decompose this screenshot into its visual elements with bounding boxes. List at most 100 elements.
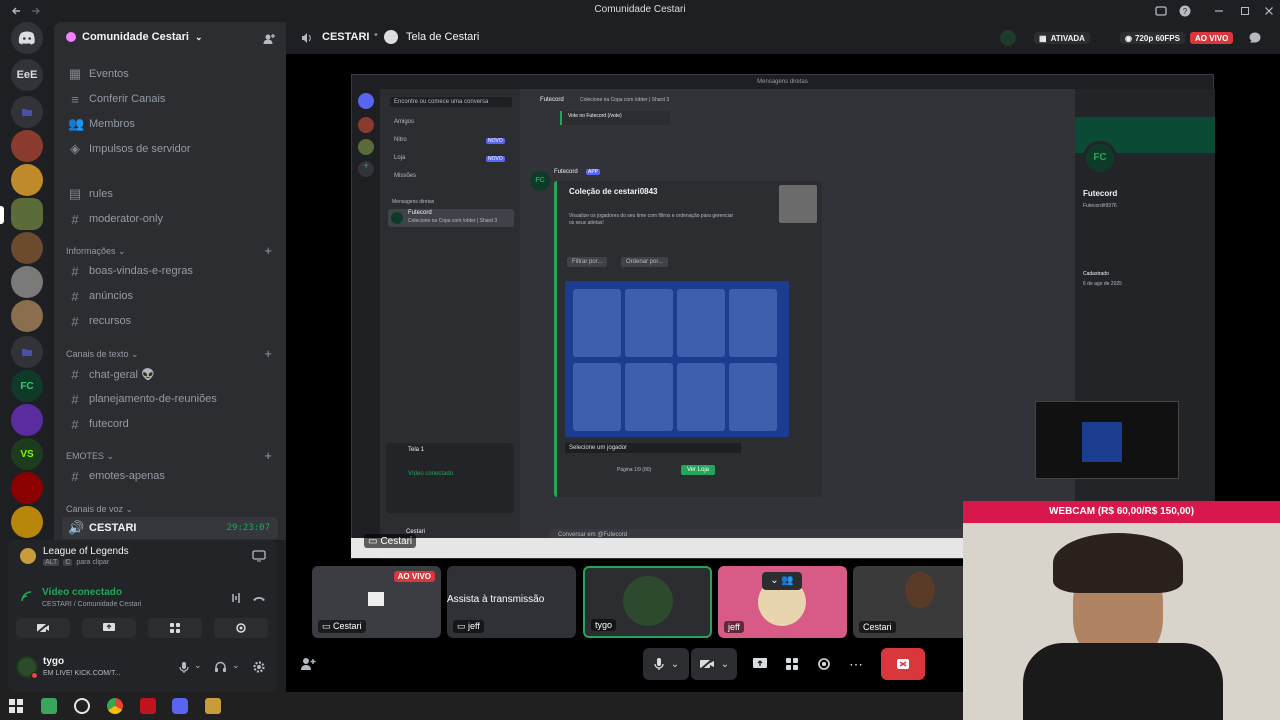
microphone-icon (654, 658, 664, 670)
category-emotes[interactable]: EMOTES ⌄ (66, 451, 114, 462)
help-icon[interactable]: ? (1178, 4, 1192, 18)
screen-share-control[interactable] (746, 648, 774, 680)
participant-tile-tygo[interactable]: tygo (583, 566, 712, 638)
close-icon[interactable] (1262, 4, 1276, 18)
league-taskbar-icon[interactable] (205, 698, 221, 714)
channel-boas-vindas[interactable]: # boas-vindas-e-regras (62, 260, 278, 282)
sidebar-item-membros[interactable]: 👥 Membros (62, 113, 278, 135)
activities-control[interactable] (778, 648, 806, 680)
inner-bot-name: Futecord (554, 169, 578, 175)
sidebar-item-conferir-canais[interactable]: ≡ Conferir Canais (62, 88, 278, 110)
app-red-icon[interactable] (140, 698, 156, 714)
category-canais-texto[interactable]: Canais de texto ⌄ (66, 349, 139, 360)
steam-icon[interactable] (74, 698, 90, 714)
server-futecord[interactable]: FC (11, 370, 43, 402)
camera-button[interactable]: ⌄ (691, 648, 737, 680)
tile-label: tygo (591, 619, 617, 631)
webcam-banner: WEBCAM (R$ 60,00/R$ 150,00) (963, 501, 1280, 523)
inner-profile-avatar: FC (1083, 141, 1117, 175)
minimize-icon[interactable] (1212, 4, 1226, 18)
inner-new-badge: NOVO (486, 156, 505, 162)
add-member-icon[interactable] (262, 32, 276, 46)
more-options-icon[interactable]: ⋯ (842, 648, 870, 680)
category-canais-voz[interactable]: Canais de voz ⌄ (66, 504, 133, 515)
voice-channel-cestari[interactable]: 🔊 CESTARI 29:23:07 (62, 517, 278, 539)
server-avatar-vs[interactable]: VS (11, 438, 43, 470)
server-avatar-4[interactable] (11, 232, 43, 264)
activities-button[interactable] (148, 618, 202, 638)
screen-share-button[interactable] (82, 618, 136, 638)
player-card (729, 363, 777, 431)
sidebar-item-label: Impulsos de servidor (89, 143, 191, 155)
channel-label: planejamento-de-reuniões (89, 393, 217, 405)
inner-filter-button: Filtrar por... (567, 257, 608, 267)
server-avatar-5[interactable] (11, 266, 43, 298)
soundboard-control[interactable] (810, 648, 838, 680)
channel-futecord[interactable]: # futecord (62, 413, 278, 435)
inbox-icon[interactable] (1154, 4, 1168, 18)
maximize-icon[interactable] (1238, 4, 1252, 18)
channel-anuncios[interactable]: # anúncios (62, 285, 278, 307)
speaker-icon (302, 33, 311, 43)
mic-button[interactable]: ⌄ (643, 648, 689, 680)
activity-title: League of Legends (43, 546, 129, 557)
server-header[interactable]: Comunidade Cestari ⌄ (66, 31, 203, 43)
sidebar-item-eventos[interactable]: ▦ Eventos (62, 63, 278, 85)
clip-icon[interactable] (252, 550, 266, 562)
folder-icon[interactable] (11, 96, 43, 128)
noise-suppression-icon[interactable] (228, 592, 242, 604)
server-eee-label: EeE (16, 69, 38, 81)
add-channel-icon[interactable]: + (264, 346, 272, 361)
soundboard-button[interactable] (214, 618, 268, 638)
inner-profile: FC Futecord Futecord#9976 Cadastrado 6 d… (1075, 89, 1215, 559)
category-informacoes[interactable]: Informações ⌄ (66, 246, 126, 257)
microphone-icon[interactable] (178, 661, 190, 674)
tile-label-text: Cestari (333, 621, 362, 631)
channel-moderator-only[interactable]: # moderator-only (62, 208, 278, 230)
chevron-down-icon[interactable]: ⌄ (194, 660, 202, 671)
channel-recursos[interactable]: # recursos (62, 310, 278, 332)
minecraft-icon[interactable] (41, 698, 57, 714)
server-avatar-red[interactable] (11, 472, 43, 504)
tile-menu-icon[interactable]: ⌄ 👥 (762, 572, 802, 590)
shared-screen[interactable]: Mensagens diretas + Encontre ou comece u… (351, 74, 1215, 559)
direct-messages-icon[interactable] (11, 22, 43, 54)
channel-emotes-apenas[interactable]: # emotes-apenas (62, 465, 278, 487)
add-channel-icon[interactable]: + (264, 243, 272, 258)
chevron-down-icon[interactable]: ⌄ (232, 660, 240, 671)
watch-stream-label[interactable]: Assista à transmissão (447, 594, 576, 605)
sidebar-item-impulsos[interactable]: ◈ Impulsos de servidor (62, 138, 278, 160)
category-label: Canais de voz (66, 504, 124, 514)
server-avatar-purple[interactable] (11, 404, 43, 436)
chrome-icon[interactable] (107, 698, 123, 714)
leave-call-button[interactable] (881, 648, 925, 680)
participant-tile-jeff[interactable]: ⌄ 👥 jeff (718, 566, 847, 638)
channel-chat-geral[interactable]: # chat-geral 👽 (62, 363, 278, 385)
server-avatar-6[interactable] (11, 300, 43, 332)
shortcut-key-c: C (63, 559, 73, 566)
participant-tile-cestari-screen[interactable]: AO VIVO ▭ Cestari (312, 566, 441, 638)
server-eee[interactable]: EeE (11, 59, 43, 91)
participant-tile-cestari-cam[interactable]: Cestari (853, 566, 963, 638)
server-avatar-2[interactable] (11, 164, 43, 196)
server-avatar-3-active[interactable] (11, 198, 43, 230)
disconnect-icon[interactable] (252, 592, 266, 604)
folder-icon-2[interactable] (11, 336, 43, 368)
headphones-icon[interactable] (214, 661, 227, 673)
tile-live-badge: AO VIVO (393, 571, 435, 582)
participant-tile-jeff-stream[interactable]: Assista à transmissão ▭ jeff (447, 566, 576, 638)
server-avatar-1[interactable] (11, 130, 43, 162)
invite-icon[interactable] (300, 656, 316, 672)
discord-taskbar-icon[interactable] (172, 698, 188, 714)
channel-rules[interactable]: ▤ rules (62, 183, 278, 205)
gear-icon[interactable] (252, 660, 266, 674)
tile-label: ▭ Cestari (318, 620, 366, 633)
channel-planejamento[interactable]: # planejamento-de-reuniões (62, 388, 278, 410)
camera-off-button[interactable] (16, 618, 70, 638)
player-card (677, 289, 725, 357)
server-avatar-gold[interactable] (11, 506, 43, 538)
active-server-indicator (0, 206, 4, 224)
add-channel-icon[interactable]: + (264, 448, 272, 463)
chat-bubble-icon[interactable] (1248, 31, 1262, 45)
windows-start-icon[interactable] (8, 698, 24, 714)
